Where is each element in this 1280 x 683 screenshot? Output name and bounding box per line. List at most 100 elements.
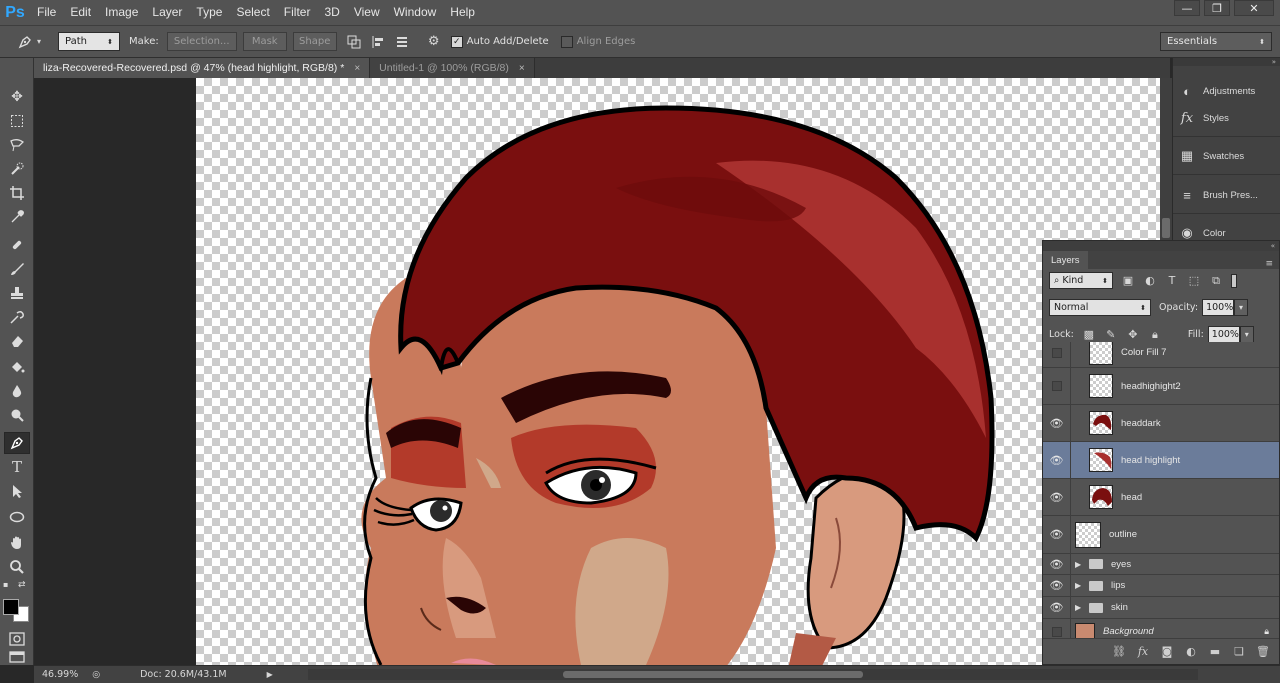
history-brush-tool-icon[interactable]	[4, 306, 30, 328]
smart-object-filter-icon[interactable]: ⧉	[1209, 274, 1223, 288]
dock-brush-presets[interactable]: ≡ Brush Pres...	[1179, 180, 1279, 210]
panel-menu-icon[interactable]: ≡	[1265, 259, 1273, 269]
layer-group-lips[interactable]: 👁︎ ▶ lips	[1043, 575, 1279, 597]
visibility-toggle[interactable]	[1043, 619, 1071, 638]
zoom-tool-icon[interactable]	[4, 556, 30, 578]
pen-mode-select[interactable]: Path ⬍	[58, 32, 120, 51]
visibility-toggle[interactable]: 👁︎	[1043, 405, 1071, 441]
layer-group-eyes[interactable]: 👁︎ ▶ eyes	[1043, 554, 1279, 575]
foreground-color-swatch[interactable]	[3, 599, 19, 615]
move-tool-icon[interactable]: ✥	[4, 86, 30, 108]
tab-liza-document[interactable]: liza-Recovered-Recovered.psd @ 47% (head…	[34, 58, 371, 78]
auto-add-delete-checkbox[interactable]: ✓	[450, 35, 463, 48]
layer-row-head-highlight[interactable]: 👁︎ head highlight	[1043, 442, 1279, 479]
brush-tool-icon[interactable]	[4, 258, 30, 280]
path-arrangement-icon[interactable]	[393, 33, 411, 51]
path-selection-tool-icon[interactable]	[4, 480, 30, 502]
hand-tool-icon[interactable]	[4, 532, 30, 554]
blend-mode-select[interactable]: Normal ⬍	[1049, 299, 1151, 316]
expand-group-icon[interactable]: ▶	[1075, 581, 1085, 590]
expand-group-icon[interactable]: ▶	[1075, 560, 1085, 569]
gear-icon[interactable]: ⚙	[425, 33, 443, 51]
ellipse-tool-icon[interactable]	[4, 506, 30, 528]
make-mask-button[interactable]: Mask	[242, 32, 287, 51]
visibility-toggle[interactable]: 👁︎	[1043, 516, 1071, 553]
close-tab-icon[interactable]: ×	[354, 63, 360, 74]
eyedropper-tool-icon[interactable]	[4, 206, 30, 228]
lock-image-icon[interactable]: ✎	[1104, 328, 1118, 342]
eraser-tool-icon[interactable]	[4, 330, 30, 352]
paint-bucket-tool-icon[interactable]	[4, 356, 30, 378]
filter-kind-select[interactable]: ⌕ Kind ⬍	[1049, 272, 1113, 289]
default-colors-icon[interactable]: ▪	[3, 580, 13, 590]
menu-help[interactable]: Help	[443, 0, 482, 25]
pixel-filter-icon[interactable]: ▣	[1121, 274, 1135, 288]
new-adjustment-layer-icon[interactable]: ◐	[1183, 644, 1199, 660]
type-tool-icon[interactable]: T	[4, 456, 30, 478]
menu-3d[interactable]: 3D	[317, 0, 346, 25]
menu-image[interactable]: Image	[98, 0, 145, 25]
layer-row-headdark[interactable]: 👁︎ headdark	[1043, 405, 1279, 442]
menu-file[interactable]: File	[30, 0, 63, 25]
align-edges-checkbox[interactable]	[560, 35, 573, 48]
dock-collapse-icon[interactable]: »	[1173, 58, 1280, 66]
vertical-scroll-thumb[interactable]	[1162, 218, 1170, 238]
menu-view[interactable]: View	[347, 0, 387, 25]
path-alignment-icon[interactable]	[369, 33, 387, 51]
lock-position-icon[interactable]: ✥	[1126, 328, 1140, 342]
horizontal-scrollbar[interactable]	[308, 669, 1198, 680]
pen-tool-icon[interactable]	[4, 432, 30, 454]
layer-style-icon[interactable]: fx	[1135, 644, 1151, 660]
status-info-icon[interactable]: ◎	[92, 670, 100, 680]
restore-button[interactable]: ❐	[1204, 0, 1230, 16]
document-canvas[interactable]	[196, 78, 1170, 665]
layer-row-headhighight2[interactable]: headhighight2	[1043, 368, 1279, 405]
dock-swatches[interactable]: ▦ Swatches	[1179, 141, 1279, 171]
shape-filter-icon[interactable]: ⬚	[1187, 274, 1201, 288]
quick-mask-icon[interactable]	[4, 628, 30, 650]
dodge-tool-icon[interactable]	[4, 404, 30, 426]
adjustment-filter-icon[interactable]: ◐	[1143, 274, 1157, 288]
minimize-button[interactable]: —	[1174, 0, 1200, 16]
make-shape-button[interactable]: Shape	[292, 32, 337, 51]
visibility-toggle[interactable]: 👁︎	[1043, 575, 1071, 596]
screen-mode-icon[interactable]	[4, 650, 30, 664]
visibility-toggle[interactable]	[1043, 368, 1071, 404]
tab-untitled-document[interactable]: Untitled-1 @ 100% (RGB/8) ×	[370, 58, 535, 78]
visibility-toggle[interactable]: 👁︎	[1043, 479, 1071, 515]
healing-brush-tool-icon[interactable]	[4, 234, 30, 256]
swap-colors-icon[interactable]: ⇄	[18, 580, 30, 590]
opacity-input[interactable]: 100%	[1202, 299, 1235, 316]
crop-tool-icon[interactable]	[4, 182, 30, 204]
visibility-toggle[interactable]	[1043, 342, 1071, 367]
menu-filter[interactable]: Filter	[277, 0, 318, 25]
collapse-panel-icon[interactable]: «	[1271, 242, 1275, 250]
fill-input[interactable]: 100%	[1207, 326, 1240, 343]
clone-stamp-tool-icon[interactable]	[4, 282, 30, 304]
layer-row-head[interactable]: 👁︎ head	[1043, 479, 1279, 516]
opacity-dropdown-icon[interactable]: ▾	[1234, 299, 1249, 316]
filter-toggle-switch[interactable]	[1231, 273, 1237, 288]
pen-tool-icon[interactable]	[16, 33, 34, 51]
menu-window[interactable]: Window	[387, 0, 444, 25]
menu-edit[interactable]: Edit	[63, 0, 98, 25]
dock-adjustments[interactable]: ◐ Adjustments	[1179, 76, 1279, 106]
path-operations-icon[interactable]	[345, 33, 363, 51]
tool-preset-dropdown-icon[interactable]: ▾	[34, 33, 44, 51]
add-mask-icon[interactable]: ◙	[1159, 644, 1175, 660]
horizontal-scroll-thumb[interactable]	[563, 671, 863, 678]
workspace-select[interactable]: Essentials ⬍	[1160, 32, 1272, 51]
close-button[interactable]: ✕	[1234, 0, 1274, 16]
new-layer-icon[interactable]: ❏	[1231, 644, 1247, 660]
visibility-toggle[interactable]: 👁︎	[1043, 554, 1071, 574]
dock-styles[interactable]: fx Styles	[1179, 103, 1279, 133]
close-tab-icon[interactable]: ×	[519, 63, 525, 74]
status-menu-arrow-icon[interactable]: ▶	[267, 670, 273, 679]
new-group-icon[interactable]: ▬	[1207, 644, 1223, 660]
zoom-level[interactable]: 46.99%	[42, 669, 78, 680]
menu-layer[interactable]: Layer	[145, 0, 189, 25]
layer-row-background[interactable]: Background 🔒︎	[1043, 619, 1279, 638]
layer-row-color-fill-7[interactable]: Color Fill 7	[1043, 342, 1279, 368]
tab-layers[interactable]: Layers	[1043, 251, 1088, 269]
lock-transparent-icon[interactable]: ▩	[1082, 328, 1096, 342]
